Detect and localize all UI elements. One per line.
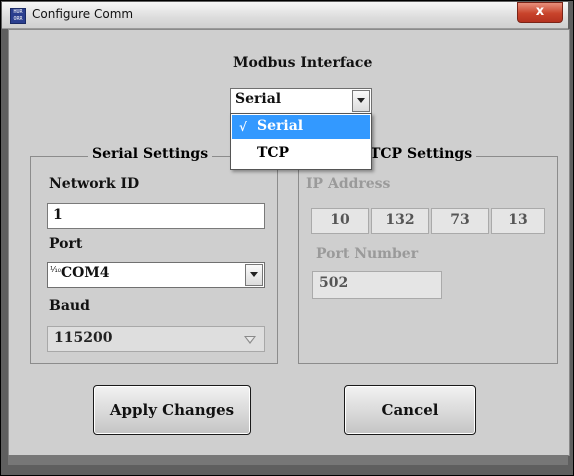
ip-address-label: IP Address (306, 176, 391, 192)
modbus-interface-select[interactable]: Serial (230, 88, 372, 114)
window-title: Configure Comm (32, 7, 134, 21)
baud-value: 115200 (54, 330, 113, 346)
ip-octet-4[interactable]: 13 (491, 208, 545, 234)
ip-octet-2[interactable]: 132 (371, 208, 429, 234)
app-icon: HUR ORR (10, 8, 26, 24)
dropdown-option-serial-label: Serial (257, 118, 304, 134)
modbus-selected-value: Serial (235, 91, 282, 107)
port-number-label: Port Number (316, 246, 419, 262)
tcp-settings-title: TCP Settings (366, 146, 477, 162)
port-label: Port (49, 236, 83, 252)
apply-changes-button[interactable]: Apply Changes (93, 385, 251, 435)
ip-octet-3[interactable]: 73 (431, 208, 489, 234)
baud-select[interactable]: 115200 (47, 326, 265, 352)
port-select[interactable]: ⅒COM4 (47, 262, 265, 288)
port-value: COM4 (60, 265, 110, 281)
chevron-down-icon[interactable] (245, 264, 263, 286)
port-selected: ⅒COM4 (50, 265, 110, 281)
modbus-heading: Modbus Interface (233, 55, 373, 71)
checkmark-icon: √ (239, 120, 247, 134)
modbus-dropdown-list: √ Serial TCP (230, 113, 372, 170)
port-number-value: 502 (319, 275, 349, 291)
title-bar[interactable]: HUR ORR Configure Comm x (2, 2, 568, 29)
baud-label: Baud (49, 298, 90, 314)
ip-octet-1[interactable]: 10 (311, 208, 369, 234)
ip-octet-3-value: 73 (450, 212, 470, 228)
port-icon: ⅒ (50, 265, 61, 274)
dropdown-option-tcp[interactable]: TCP (232, 142, 370, 166)
port-number-field[interactable]: 502 (312, 271, 442, 299)
ip-octet-1-value: 10 (330, 212, 350, 228)
cancel-button[interactable]: Cancel (344, 385, 476, 435)
ip-octet-2-value: 132 (385, 212, 415, 228)
close-icon: x (535, 4, 545, 19)
dropdown-triangle-icon[interactable] (244, 336, 256, 344)
ip-octet-4-value: 13 (508, 212, 528, 228)
chevron-down-icon[interactable] (352, 90, 370, 112)
bottom-edge (8, 455, 568, 465)
network-id-label: Network ID (49, 176, 140, 192)
dropdown-option-tcp-label: TCP (257, 145, 290, 161)
network-id-value: 1 (53, 207, 63, 223)
network-id-field[interactable]: 1 (47, 203, 265, 229)
dropdown-option-serial[interactable]: √ Serial (232, 115, 370, 139)
serial-settings-title: Serial Settings (88, 146, 213, 162)
close-button[interactable]: x (517, 2, 563, 23)
